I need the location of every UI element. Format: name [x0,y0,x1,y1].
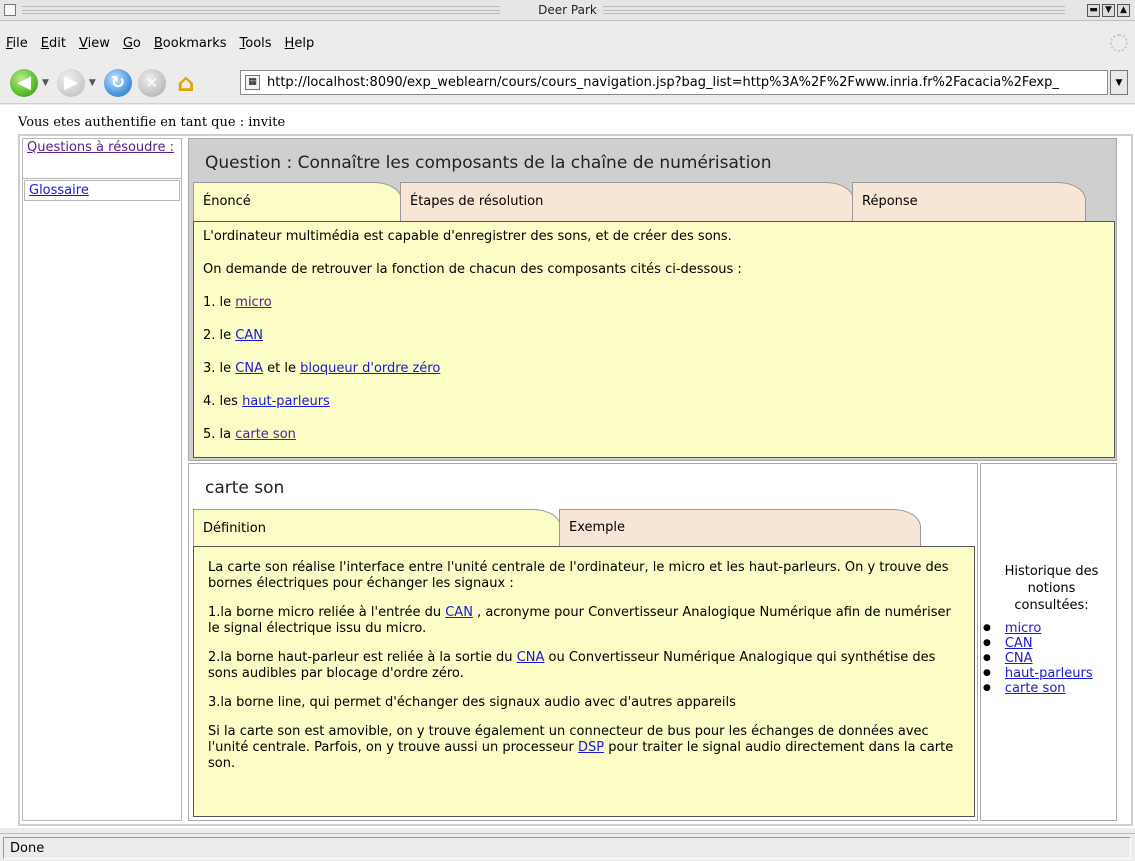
auth-status-text: Vous etes authentifie en tant que : invi… [18,115,286,130]
haut-parleurs-link[interactable]: haut-parleurs [242,394,330,409]
back-arrow-icon[interactable]: ◀ [10,68,38,97]
definition-paragraph: 3.la borne line, qui permet d'échanger d… [208,695,736,710]
throbber-icon [1110,34,1128,52]
definition-paragraph: 2.la borne haut-parleur est reliée à la … [208,650,936,681]
list-item: CAN [983,637,1093,652]
glossary-link[interactable]: Glossaire [24,180,180,201]
window-title: Deer Park [532,3,603,17]
carte-son-link[interactable]: carte son [235,427,296,442]
menu-bar: File Edit View Go Bookmarks Tools Help [0,32,1135,54]
tab-exemple[interactable]: Exemple [559,509,921,548]
list-item: 5. la carte son [203,427,296,442]
list-item: 3. le CNA et le bloqueur d'ordre zéro [203,361,441,376]
list-item: CNA [983,652,1093,667]
definition-paragraph: 1.la borne micro reliée à l'entrée du CA… [208,605,951,636]
window-titlebar: Deer Park ▬ ▼ ▲ [0,0,1135,21]
history-panel: Historique des notions consultées: micro… [980,463,1117,821]
back-dropdown-icon[interactable]: ▼ [42,78,49,88]
menu-view[interactable]: View [79,36,110,51]
list-item: 1. le micro [203,295,272,310]
definition-paragraph: Si la carte son est amovible, on y trouv… [208,724,954,771]
menu-edit[interactable]: Edit [41,36,66,51]
intro-text-2: On demande de retrouver la fonction de c… [203,262,742,277]
list-item: 4. les haut-parleurs [203,394,330,409]
list-item: carte son [983,682,1093,697]
history-link-micro[interactable]: micro [1005,621,1041,636]
history-link-carte-son[interactable]: carte son [1005,681,1066,696]
can-link[interactable]: CAN [445,605,473,620]
status-bar: Done [0,833,1135,861]
tab-definition[interactable]: Définition [193,509,561,548]
reload-icon[interactable]: ↻ [103,68,132,97]
minimize-button[interactable]: ▬ [1087,4,1100,17]
history-link-cna[interactable]: CNA [1005,651,1033,666]
shade-button[interactable]: ▼ [1102,4,1115,17]
url-input[interactable] [267,75,1107,90]
cna-link[interactable]: CNA [235,361,263,376]
question-panel: Question : Connaître les composants de l… [188,138,1117,461]
can-link[interactable]: CAN [235,328,263,343]
history-link-haut-parleurs[interactable]: haut-parleurs [1005,666,1093,681]
bloqueur-link[interactable]: bloqueur d'ordre zéro [300,361,440,376]
list-item: micro [983,622,1093,637]
notion-title: carte son [205,478,285,498]
maximize-button[interactable]: ▲ [1117,4,1130,17]
menu-help[interactable]: Help [285,36,315,51]
menu-bookmarks[interactable]: Bookmarks [154,36,227,51]
status-text: Done [3,837,1131,859]
history-title: Historique des notions consultées: [1004,564,1099,613]
list-item: haut-parleurs [983,667,1093,682]
navigation-toolbar: ◀ ▼ ▶ ▼ ↻ ✕ ⌂ ▦ ▼ [0,62,1135,104]
frameset: Questions à résoudre : Glossaire Questio… [18,134,1133,826]
url-history-dropdown-icon[interactable]: ▼ [1110,70,1128,95]
menu-file[interactable]: File [6,36,28,51]
url-bar[interactable]: ▦ [240,70,1108,95]
question-statement: L'ordinateur multimédia est capable d'en… [193,221,1115,458]
history-list: micro CAN CNA haut-parleurs carte son [983,622,1093,697]
tab-etapes[interactable]: Étapes de résolution [400,182,854,221]
cna-link[interactable]: CNA [517,650,545,665]
intro-text-1: L'ordinateur multimédia est capable d'en… [203,229,732,244]
tab-enonce[interactable]: Énoncé [193,182,402,221]
left-navigation: Questions à résoudre : Glossaire [22,138,182,821]
tab-reponse[interactable]: Réponse [852,182,1086,221]
history-link-can[interactable]: CAN [1005,636,1033,651]
forward-arrow-icon[interactable]: ▶ [56,68,85,97]
questions-link[interactable]: Questions à résoudre : [23,139,181,179]
notion-panel: carte son Définition Exemple La carte so… [188,463,978,821]
definition-paragraph: La carte son réalise l'interface entre l… [208,560,949,591]
forward-dropdown-icon[interactable]: ▼ [89,78,96,88]
page-content: Vous etes authentifie en tant que : invi… [0,105,1135,828]
stop-icon[interactable]: ✕ [137,68,166,97]
menu-tools[interactable]: Tools [240,36,272,51]
list-item: 2. le CAN [203,328,263,343]
page-favicon-icon: ▦ [245,75,260,90]
micro-link[interactable]: micro [235,295,271,310]
home-icon[interactable]: ⌂ [172,69,200,97]
menu-go[interactable]: Go [123,36,141,51]
dsp-link[interactable]: DSP [578,740,604,755]
notion-definition: La carte son réalise l'interface entre l… [193,546,975,817]
question-title: Question : Connaître les composants de l… [205,153,772,173]
